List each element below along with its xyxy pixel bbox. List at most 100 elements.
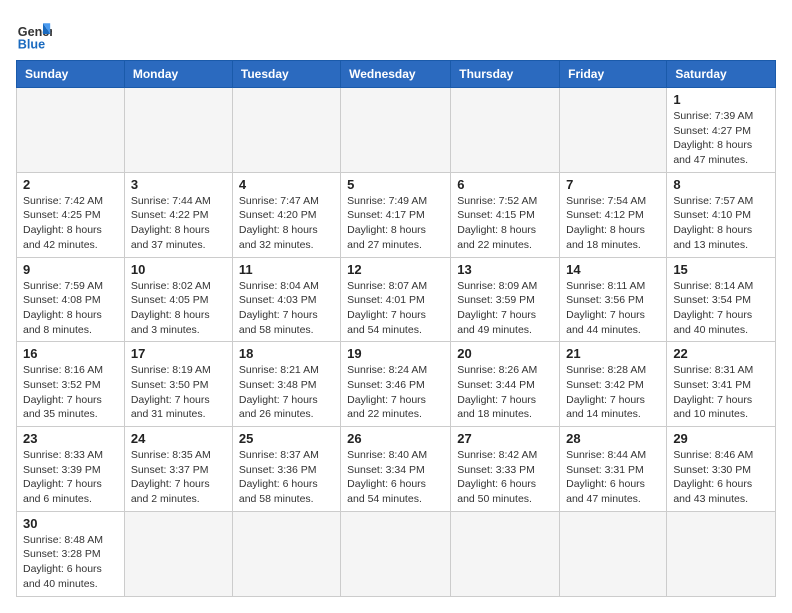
calendar-cell: 9Sunrise: 7:59 AM Sunset: 4:08 PM Daylig… <box>17 257 125 342</box>
calendar-cell <box>451 511 560 596</box>
calendar-cell: 22 Sunrise: 8:31 AM Sunset: 3:41 PM Dayli… <box>667 342 776 427</box>
calendar-cell: 23 Sunrise: 8:33 AM Sunset: 3:39 PM Dayli… <box>17 427 125 512</box>
day-info: Sunrise: 7:54 AM Sunset: 4:12 PM Dayligh… <box>566 194 660 253</box>
weekday-header-monday: Monday <box>124 61 232 88</box>
calendar-cell: 28 Sunrise: 8:44 AM Sunset: 3:31 PM Dayli… <box>560 427 667 512</box>
day-info: Sunrise: 8:40 AM Sunset: 3:34 PM Dayligh… <box>347 448 444 507</box>
day-info: Sunrise: 7:47 AM Sunset: 4:20 PM Dayligh… <box>239 194 334 253</box>
day-info: Sunrise: 7:44 AM Sunset: 4:22 PM Dayligh… <box>131 194 226 253</box>
day-number: 3 <box>131 177 226 192</box>
calendar-cell: 12 Sunrise: 8:07 AM Sunset: 4:01 PM Dayli… <box>341 257 451 342</box>
day-info: Sunrise: 8:21 AM Sunset: 3:48 PM Dayligh… <box>239 363 334 422</box>
page-header: General Blue <box>16 16 776 52</box>
day-info: Sunrise: 8:19 AM Sunset: 3:50 PM Dayligh… <box>131 363 226 422</box>
calendar-cell: 3 Sunrise: 7:44 AM Sunset: 4:22 PM Daylig… <box>124 172 232 257</box>
day-info: Sunrise: 8:07 AM Sunset: 4:01 PM Dayligh… <box>347 279 444 338</box>
calendar-cell: 11Sunrise: 8:04 AM Sunset: 4:03 PM Dayli… <box>232 257 340 342</box>
calendar-cell <box>560 88 667 173</box>
day-number: 12 <box>347 262 444 277</box>
day-number: 20 <box>457 346 553 361</box>
calendar-cell: 7 Sunrise: 7:54 AM Sunset: 4:12 PM Daylig… <box>560 172 667 257</box>
weekday-header-wednesday: Wednesday <box>341 61 451 88</box>
calendar-body: 1 Sunrise: 7:39 AM Sunset: 4:27 PM Daylig… <box>17 88 776 597</box>
calendar-cell: 1 Sunrise: 7:39 AM Sunset: 4:27 PM Daylig… <box>667 88 776 173</box>
calendar-cell: 30Sunrise: 8:48 AM Sunset: 3:28 PM Dayli… <box>17 511 125 596</box>
day-number: 1 <box>673 92 769 107</box>
day-number: 23 <box>23 431 118 446</box>
day-number: 14 <box>566 262 660 277</box>
calendar-week-row: 2 Sunrise: 7:42 AM Sunset: 4:25 PM Daylig… <box>17 172 776 257</box>
calendar-cell: 27 Sunrise: 8:42 AM Sunset: 3:33 PM Dayli… <box>451 427 560 512</box>
day-number: 4 <box>239 177 334 192</box>
calendar-cell: 13Sunrise: 8:09 AM Sunset: 3:59 PM Dayli… <box>451 257 560 342</box>
day-number: 18 <box>239 346 334 361</box>
calendar-cell: 26 Sunrise: 8:40 AM Sunset: 3:34 PM Dayli… <box>341 427 451 512</box>
day-info: Sunrise: 8:48 AM Sunset: 3:28 PM Dayligh… <box>23 533 118 592</box>
calendar-cell: 18 Sunrise: 8:21 AM Sunset: 3:48 PM Dayli… <box>232 342 340 427</box>
day-number: 21 <box>566 346 660 361</box>
calendar-cell <box>124 88 232 173</box>
calendar-cell <box>17 88 125 173</box>
day-number: 28 <box>566 431 660 446</box>
day-number: 11 <box>239 262 334 277</box>
calendar-cell: 20Sunrise: 8:26 AM Sunset: 3:44 PM Dayli… <box>451 342 560 427</box>
calendar-cell <box>232 88 340 173</box>
day-number: 7 <box>566 177 660 192</box>
day-info: Sunrise: 7:57 AM Sunset: 4:10 PM Dayligh… <box>673 194 769 253</box>
day-number: 25 <box>239 431 334 446</box>
day-number: 2 <box>23 177 118 192</box>
day-number: 15 <box>673 262 769 277</box>
day-info: Sunrise: 8:35 AM Sunset: 3:37 PM Dayligh… <box>131 448 226 507</box>
calendar-cell <box>341 88 451 173</box>
calendar-cell <box>232 511 340 596</box>
day-number: 16 <box>23 346 118 361</box>
day-info: Sunrise: 8:11 AM Sunset: 3:56 PM Dayligh… <box>566 279 660 338</box>
weekday-header-thursday: Thursday <box>451 61 560 88</box>
calendar-cell: 15Sunrise: 8:14 AM Sunset: 3:54 PM Dayli… <box>667 257 776 342</box>
day-info: Sunrise: 8:16 AM Sunset: 3:52 PM Dayligh… <box>23 363 118 422</box>
day-info: Sunrise: 8:28 AM Sunset: 3:42 PM Dayligh… <box>566 363 660 422</box>
day-info: Sunrise: 8:02 AM Sunset: 4:05 PM Dayligh… <box>131 279 226 338</box>
calendar-week-row: 1 Sunrise: 7:39 AM Sunset: 4:27 PM Daylig… <box>17 88 776 173</box>
calendar-cell: 19 Sunrise: 8:24 AM Sunset: 3:46 PM Dayli… <box>341 342 451 427</box>
calendar-cell: 4 Sunrise: 7:47 AM Sunset: 4:20 PM Daylig… <box>232 172 340 257</box>
day-number: 17 <box>131 346 226 361</box>
calendar-week-row: 9Sunrise: 7:59 AM Sunset: 4:08 PM Daylig… <box>17 257 776 342</box>
day-number: 26 <box>347 431 444 446</box>
day-number: 9 <box>23 262 118 277</box>
day-number: 22 <box>673 346 769 361</box>
calendar-week-row: 16 Sunrise: 8:16 AM Sunset: 3:52 PM Dayli… <box>17 342 776 427</box>
calendar-cell: 8 Sunrise: 7:57 AM Sunset: 4:10 PM Daylig… <box>667 172 776 257</box>
calendar-table: SundayMondayTuesdayWednesdayThursdayFrid… <box>16 60 776 597</box>
day-number: 8 <box>673 177 769 192</box>
day-info: Sunrise: 7:42 AM Sunset: 4:25 PM Dayligh… <box>23 194 118 253</box>
day-info: Sunrise: 8:33 AM Sunset: 3:39 PM Dayligh… <box>23 448 118 507</box>
day-info: Sunrise: 8:24 AM Sunset: 3:46 PM Dayligh… <box>347 363 444 422</box>
calendar-cell: 16 Sunrise: 8:16 AM Sunset: 3:52 PM Dayli… <box>17 342 125 427</box>
day-info: Sunrise: 8:31 AM Sunset: 3:41 PM Dayligh… <box>673 363 769 422</box>
day-number: 24 <box>131 431 226 446</box>
logo: General Blue <box>16 16 56 52</box>
day-number: 19 <box>347 346 444 361</box>
day-info: Sunrise: 8:44 AM Sunset: 3:31 PM Dayligh… <box>566 448 660 507</box>
day-info: Sunrise: 8:42 AM Sunset: 3:33 PM Dayligh… <box>457 448 553 507</box>
calendar-cell <box>560 511 667 596</box>
calendar-cell: 29Sunrise: 8:46 AM Sunset: 3:30 PM Dayli… <box>667 427 776 512</box>
calendar-cell: 17 Sunrise: 8:19 AM Sunset: 3:50 PM Dayli… <box>124 342 232 427</box>
calendar-cell: 25Sunrise: 8:37 AM Sunset: 3:36 PM Dayli… <box>232 427 340 512</box>
calendar-cell <box>667 511 776 596</box>
calendar-week-row: 30Sunrise: 8:48 AM Sunset: 3:28 PM Dayli… <box>17 511 776 596</box>
weekday-header-sunday: Sunday <box>17 61 125 88</box>
day-info: Sunrise: 8:09 AM Sunset: 3:59 PM Dayligh… <box>457 279 553 338</box>
weekday-header-saturday: Saturday <box>667 61 776 88</box>
svg-text:Blue: Blue <box>18 37 45 51</box>
calendar-cell: 21 Sunrise: 8:28 AM Sunset: 3:42 PM Dayli… <box>560 342 667 427</box>
weekday-header-tuesday: Tuesday <box>232 61 340 88</box>
calendar-cell: 2 Sunrise: 7:42 AM Sunset: 4:25 PM Daylig… <box>17 172 125 257</box>
day-info: Sunrise: 7:39 AM Sunset: 4:27 PM Dayligh… <box>673 109 769 168</box>
day-info: Sunrise: 7:49 AM Sunset: 4:17 PM Dayligh… <box>347 194 444 253</box>
day-number: 5 <box>347 177 444 192</box>
day-info: Sunrise: 7:52 AM Sunset: 4:15 PM Dayligh… <box>457 194 553 253</box>
day-number: 29 <box>673 431 769 446</box>
day-number: 27 <box>457 431 553 446</box>
